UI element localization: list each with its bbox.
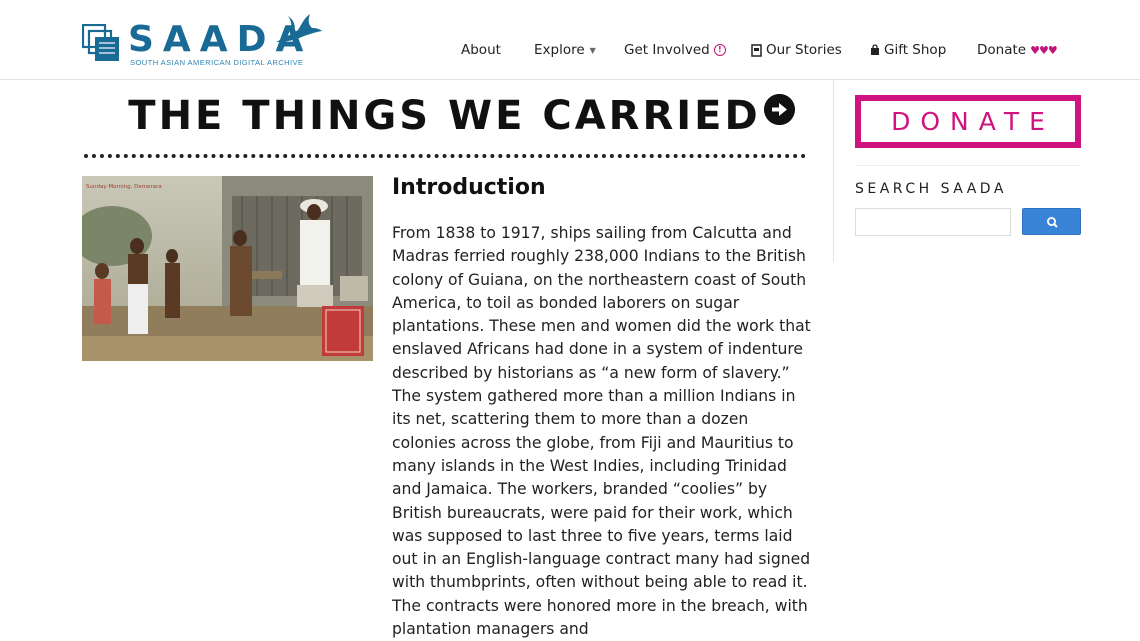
- search-button[interactable]: [1022, 208, 1081, 235]
- arrow-right-circle-icon[interactable]: [764, 94, 795, 125]
- historical-postcard-image: Sunday Morning, Demerara: [82, 176, 373, 361]
- dotted-divider: [84, 154, 806, 158]
- nav-donate-label: Donate: [977, 42, 1027, 58]
- nav-gift-shop[interactable]: Gift Shop: [870, 42, 946, 58]
- book-icon: [751, 43, 762, 57]
- sidebar-divider: [833, 80, 834, 262]
- nav-donate[interactable]: Donate ♥♥♥: [977, 42, 1058, 58]
- page-title: THE THINGS WE CARRIED: [128, 93, 761, 139]
- nav-get-involved[interactable]: Get Involved!: [624, 42, 726, 58]
- donate-button[interactable]: DONATE: [855, 95, 1081, 148]
- hearts-icon: ♥♥♥: [1030, 43, 1058, 57]
- search-icon: [1046, 216, 1058, 228]
- nav-our-stories-label: Our Stories: [766, 42, 842, 58]
- sidebar-rule: [855, 165, 1081, 166]
- nav-explore-label: Explore: [534, 42, 585, 58]
- caret-down-icon: ▼: [589, 45, 596, 55]
- logo-squares-icon: [82, 24, 119, 61]
- intro-paragraph: From 1838 to 1917, ships sailing from Ca…: [392, 224, 811, 639]
- nav-get-involved-label: Get Involved: [624, 42, 710, 58]
- section-heading: Introduction: [392, 175, 546, 200]
- nav-about-label: About: [461, 42, 501, 58]
- logo-tagline: SOUTH ASIAN AMERICAN DIGITAL ARCHIVE: [130, 58, 304, 67]
- nav-gift-shop-label: Gift Shop: [884, 42, 947, 58]
- donate-button-label: DONATE: [891, 107, 1055, 136]
- postcard-caption: Sunday Morning, Demerara: [86, 184, 162, 190]
- search-heading: SEARCH SAADA: [855, 181, 1007, 197]
- postcard-illustration: Sunday Morning, Demerara: [82, 176, 373, 361]
- bird-icon: [276, 14, 322, 42]
- exclamation-circle-icon: !: [713, 44, 726, 56]
- saada-logo[interactable]: SAADA SOUTH ASIAN AMERICAN DIGITAL ARCHI…: [82, 12, 327, 68]
- search-input[interactable]: [855, 208, 1011, 236]
- nav-explore[interactable]: Explore ▼: [534, 42, 596, 58]
- nav-our-stories[interactable]: Our Stories: [751, 42, 842, 58]
- site-header: SAADA SOUTH ASIAN AMERICAN DIGITAL ARCHI…: [0, 0, 1140, 80]
- nav-about[interactable]: About: [461, 42, 501, 58]
- shopping-bag-icon: [871, 44, 879, 55]
